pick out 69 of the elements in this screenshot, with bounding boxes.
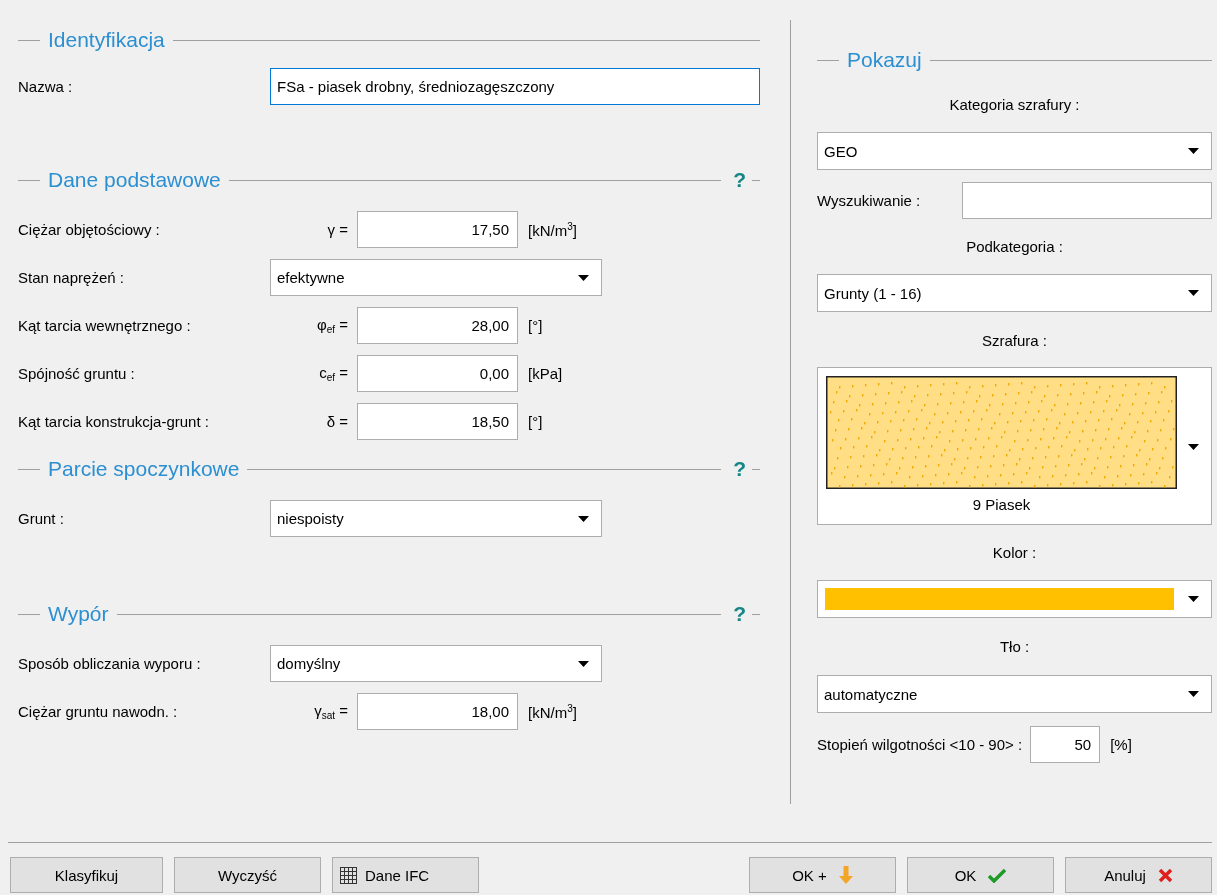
field-label: Kąt tarcia wewnętrznego :: [18, 317, 192, 334]
field-label: Szrafura :: [981, 331, 1048, 351]
field-label: Kategoria szrafury :: [948, 95, 1081, 115]
dropdown[interactable]: efektywne: [270, 259, 602, 296]
field-label: Ciężar gruntu nawodn. :: [18, 703, 179, 720]
action-button[interactable]: OK +: [749, 857, 896, 893]
unit-label: [°]: [528, 317, 543, 334]
search-field[interactable]: [962, 182, 1212, 219]
help-button[interactable]: ?: [733, 168, 746, 192]
caret-icon: [578, 274, 589, 281]
unit-label: [%]: [1110, 736, 1132, 753]
ok-button[interactable]: OK: [907, 857, 1054, 893]
symbol-label: γ$_{sat}$ =: [313, 702, 348, 721]
field-label: Grunt :: [18, 510, 65, 527]
caret-icon: [1188, 444, 1199, 450]
caret-icon: [578, 515, 589, 522]
section-title: Pokazuj: [847, 48, 922, 72]
caret-icon: [1188, 596, 1199, 602]
dropdown[interactable]: GEO: [817, 132, 1212, 170]
dropdown[interactable]: domyślny: [270, 645, 602, 682]
field-label: Kolor :: [991, 543, 1038, 563]
field-label: Sposób obliczania wyporu :: [18, 655, 202, 672]
section-title: Parcie spoczynkowe: [48, 457, 240, 481]
action-button[interactable]: Dane IFC: [332, 857, 479, 893]
help-button[interactable]: ?: [733, 457, 746, 481]
number-field[interactable]: 28,00: [357, 307, 518, 344]
action-button[interactable]: Klasyfikuj: [10, 857, 163, 893]
field-label: Nazwa :: [18, 78, 74, 95]
section-title: Identyfikacja: [48, 28, 165, 52]
symbol-label: φ$_{ef}$ =: [316, 316, 348, 335]
number-field[interactable]: 18,50: [357, 403, 518, 440]
number-field[interactable]: 0,00: [357, 355, 518, 392]
field-label: Stopień wilgotności <10 - 90> :: [817, 736, 1023, 753]
symbol-label: γ =: [326, 221, 348, 238]
check-icon: [988, 867, 1007, 883]
number-field[interactable]: 18,00: [357, 693, 518, 730]
field-label: Kąt tarcia konstrukcja-grunt :: [18, 413, 210, 430]
unit-label: [kPa]: [528, 365, 563, 382]
unit-label: [kN/m$^{3}$]: [528, 702, 577, 721]
number-field[interactable]: 50: [1030, 726, 1101, 763]
symbol-label: δ =: [325, 413, 348, 430]
section-title: Dane podstawowe: [48, 168, 221, 192]
field-label: Podkategoria :: [965, 237, 1064, 257]
dropdown[interactable]: niespoisty: [270, 500, 602, 537]
name-field[interactable]: FSa - piasek drobny, średniozagęszczony: [270, 68, 760, 105]
unit-label: [°]: [528, 413, 543, 430]
field-label: Stan naprężeń :: [18, 269, 125, 286]
dropdown[interactable]: Grunty (1 - 16): [817, 274, 1212, 312]
close-icon: [1157, 867, 1173, 883]
field-label: Wyszukiwanie :: [817, 192, 921, 209]
cancel-button[interactable]: Anuluj: [1065, 857, 1212, 893]
field-label: Ciężar objętościowy :: [18, 221, 161, 238]
caret-icon: [1188, 290, 1199, 296]
color-dropdown[interactable]: [817, 580, 1212, 618]
field-label: Tło :: [998, 637, 1031, 657]
field-label: Spójność gruntu :: [18, 365, 136, 382]
arrow-down-icon: [838, 866, 853, 884]
table-icon: [340, 866, 357, 884]
caret-icon: [578, 660, 589, 667]
action-button[interactable]: Wyczyść: [174, 857, 321, 893]
number-field[interactable]: 17,50: [357, 211, 518, 248]
caret-icon: [1188, 691, 1199, 697]
symbol-label: c$_{ef}$ =: [318, 364, 348, 383]
hatch-dropdown[interactable]: 9 Piasek: [817, 367, 1212, 525]
unit-label: [kN/m$^{3}$]: [528, 220, 577, 239]
section-title: Wypór: [48, 602, 109, 626]
caret-icon: [1188, 148, 1199, 154]
help-button[interactable]: ?: [733, 602, 746, 626]
dropdown[interactable]: automatyczne: [817, 675, 1212, 713]
